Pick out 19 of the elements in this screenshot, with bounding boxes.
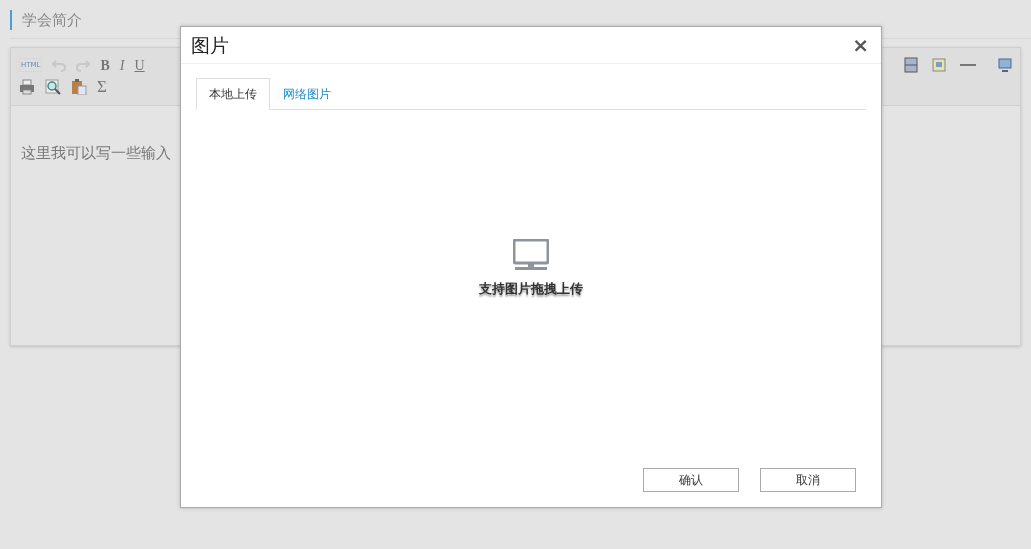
image-icon[interactable]	[932, 58, 946, 72]
underline-button[interactable]: U	[134, 54, 145, 76]
split-panel-icon[interactable]	[904, 57, 918, 73]
tab[interactable]: 本地上传	[196, 78, 270, 110]
tab[interactable]: 网络图片	[270, 78, 344, 110]
clipboard-icon[interactable]	[71, 79, 87, 95]
dialog-button[interactable]: 确认	[643, 468, 739, 492]
editor-content: 这里我可以写一些输入	[20, 143, 172, 164]
italic-button[interactable]: I	[119, 54, 125, 76]
dialog-button[interactable]: 取消	[760, 468, 856, 492]
bold-button[interactable]: B	[100, 54, 110, 76]
horizontal-line-icon[interactable]	[960, 63, 976, 67]
monitor-icon[interactable]	[998, 58, 1012, 72]
printer-icon[interactable]	[19, 79, 35, 95]
magnifier-icon[interactable]	[45, 79, 61, 95]
formula-button[interactable]: Σ	[97, 74, 107, 100]
dialog-title: 图片	[191, 32, 229, 58]
close-button[interactable]: ×	[852, 35, 869, 55]
upload-hint: 支持图片拖拽上传	[479, 280, 583, 299]
